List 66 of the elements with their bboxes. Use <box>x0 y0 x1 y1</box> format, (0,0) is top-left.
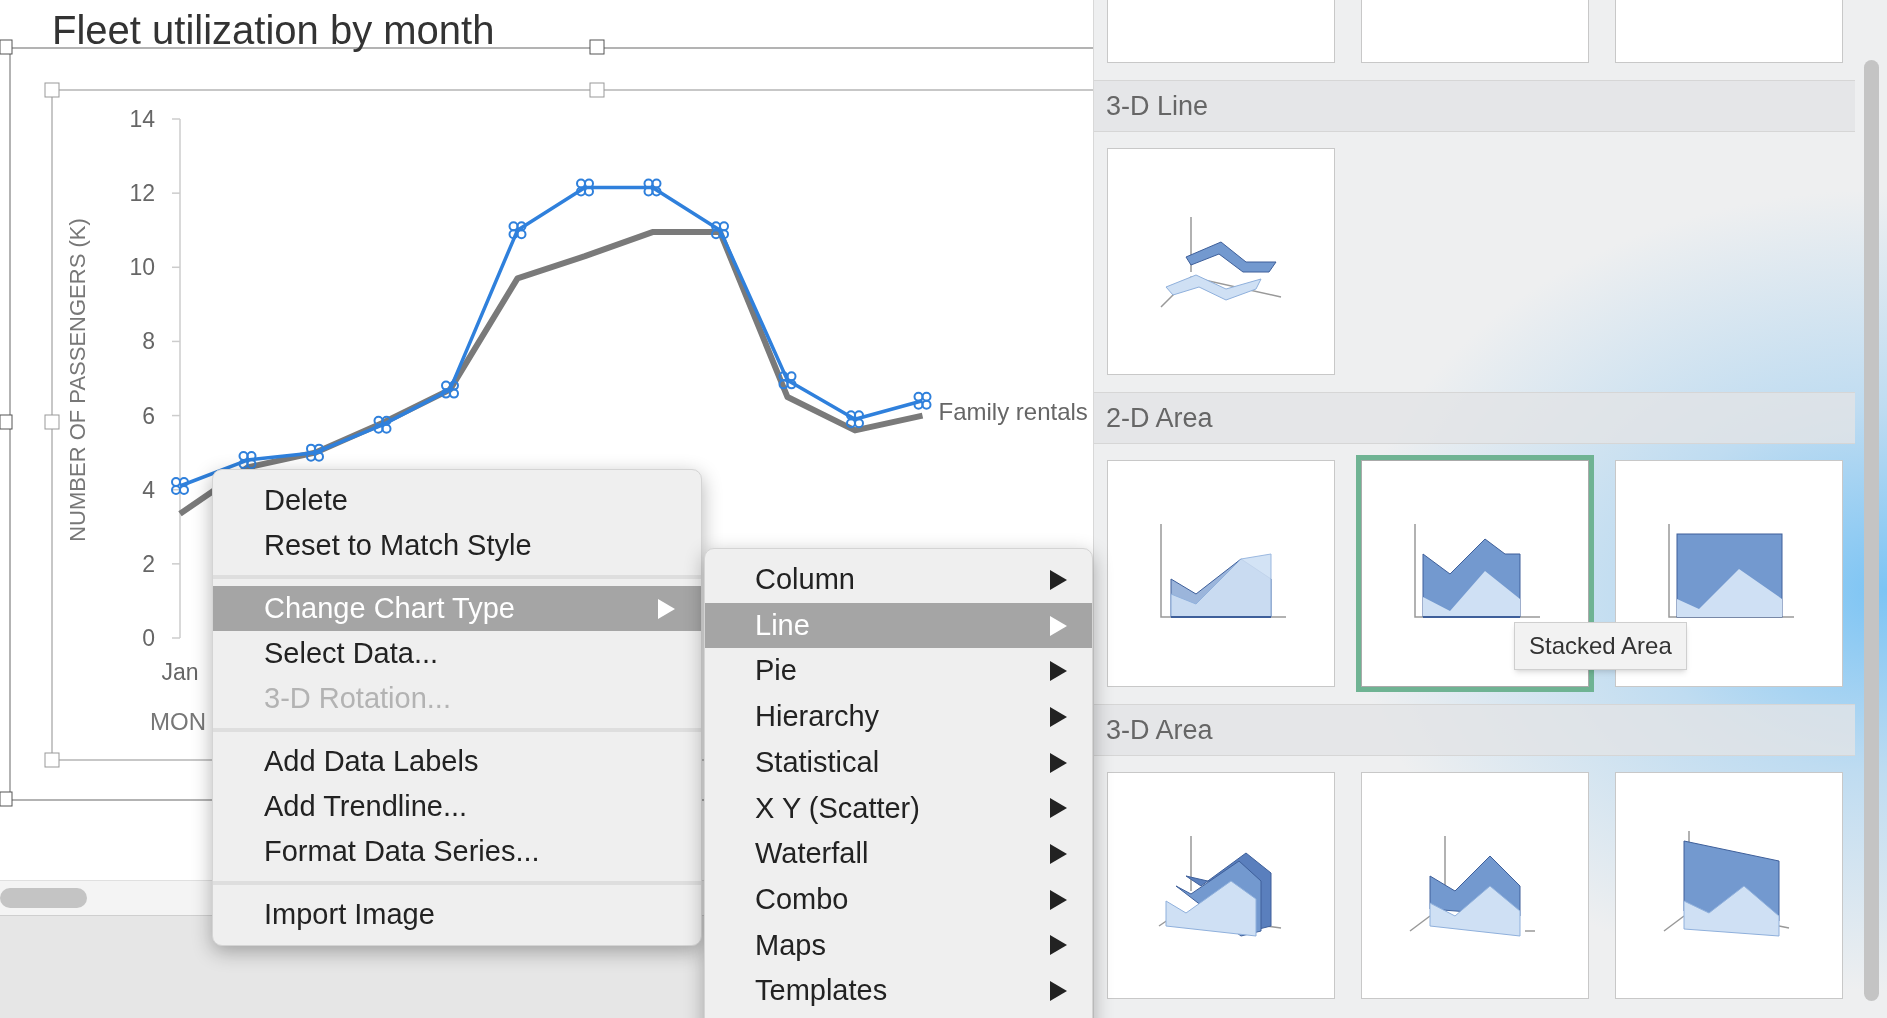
tick-label: 8 <box>142 328 155 355</box>
menu-item[interactable]: Format Data Series... <box>213 829 701 874</box>
chart-title: Fleet utilization by month <box>52 8 495 52</box>
menu-item[interactable]: Maps <box>705 922 1092 969</box>
series-line[interactable] <box>179 185 923 488</box>
series-line[interactable] <box>178 229 924 517</box>
chart-type-tile[interactable] <box>1361 0 1589 63</box>
submenu-arrow-icon <box>1050 843 1067 864</box>
chart-type-tile[interactable] <box>1615 460 1843 687</box>
data-point[interactable] <box>778 371 797 390</box>
tick-label: 14 <box>129 106 155 132</box>
menu-item[interactable]: Statistical <box>705 739 1092 786</box>
data-point[interactable] <box>576 178 594 197</box>
scroll-thumb[interactable] <box>1863 60 1879 1001</box>
scroll-thumb[interactable] <box>0 888 87 908</box>
tick-label: 12 <box>129 180 155 207</box>
chart-type-tile[interactable] <box>1107 148 1335 375</box>
submenu-arrow-icon <box>1050 935 1067 956</box>
menu-item[interactable]: Select Data... <box>213 631 701 676</box>
section-header: 2-D Area <box>1094 392 1855 444</box>
tooltip: Stacked Area <box>1514 622 1687 670</box>
submenu-arrow-icon <box>1050 798 1067 819</box>
submenu-arrow-icon <box>1050 661 1067 682</box>
submenu-arrow-icon <box>1050 889 1067 910</box>
chart-type-tile[interactable] <box>1615 0 1843 63</box>
section-header: 3-D Line <box>1094 80 1855 132</box>
tick-label: 2 <box>142 550 155 577</box>
tick-label: Jan <box>161 659 199 685</box>
menu-item[interactable]: Add Data Labels <box>213 739 701 784</box>
axis-title: MON <box>150 708 206 735</box>
data-point[interactable] <box>508 221 527 240</box>
data-point[interactable] <box>373 415 392 434</box>
menu-item[interactable]: Pie <box>705 648 1092 695</box>
menu-item[interactable]: Waterfall <box>705 831 1092 877</box>
submenu-arrow-icon <box>1050 981 1067 1002</box>
tick-label: 6 <box>142 402 155 429</box>
data-point[interactable] <box>846 410 864 429</box>
section-header: 3-D Area <box>1094 704 1855 756</box>
tick-label: 4 <box>142 476 155 503</box>
data-point[interactable] <box>643 178 662 197</box>
series-label: Family rentals <box>938 397 1088 425</box>
submenu-arrow-icon <box>1050 752 1067 773</box>
submenu-arrow-icon <box>1050 706 1067 727</box>
data-point[interactable] <box>171 477 189 495</box>
menu-item[interactable]: Add Trendline... <box>213 784 701 829</box>
menu-item[interactable]: Combo <box>705 876 1092 923</box>
menu-item[interactable]: Reset to Match Style <box>213 523 701 568</box>
chart-type-tile[interactable] <box>1107 0 1335 63</box>
menu-item[interactable]: Import Image <box>213 892 701 937</box>
data-point[interactable] <box>238 451 257 470</box>
submenu-arrow-icon <box>1050 615 1067 636</box>
data-point[interactable] <box>306 443 324 462</box>
tick-label: 0 <box>142 625 155 651</box>
menu-item[interactable]: Delete <box>213 478 701 523</box>
chart-type-tile[interactable] <box>1107 460 1335 687</box>
chart-type-tile[interactable] <box>1615 772 1843 999</box>
menu-item[interactable]: Hierarchy <box>705 694 1092 740</box>
data-point[interactable] <box>441 380 459 399</box>
tick-label: 10 <box>129 254 155 281</box>
chart-type-tile[interactable] <box>1361 772 1589 999</box>
data-point[interactable] <box>711 221 729 240</box>
menu-item[interactable]: X Y (Scatter) <box>705 785 1092 832</box>
data-point[interactable] <box>913 391 932 410</box>
menu-item[interactable]: Templates <box>705 968 1092 1014</box>
chart-type-tile[interactable] <box>1107 772 1335 999</box>
axis-title: NUMBER OF PASSENGERS (K) <box>65 218 90 542</box>
